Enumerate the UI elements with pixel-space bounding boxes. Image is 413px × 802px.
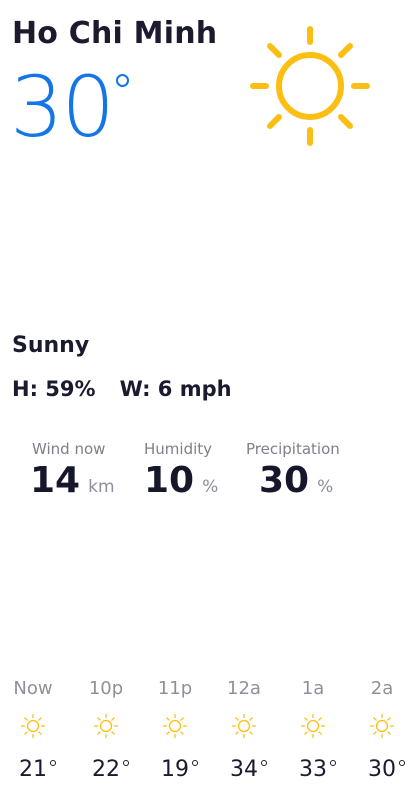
- stat-unit: km: [88, 477, 115, 497]
- degree-symbol: [261, 760, 267, 766]
- hour-temp-row: 34: [214, 757, 274, 782]
- hour-time: Now: [13, 678, 53, 699]
- hour-time: 12a: [227, 678, 261, 699]
- temperature-value: 30: [10, 58, 115, 156]
- hour-temp: 21: [19, 757, 47, 782]
- hour-temp: 22: [92, 757, 120, 782]
- degree-symbol: [399, 760, 405, 766]
- degree-symbol: [50, 760, 56, 766]
- hourly-item[interactable]: 12a 34: [214, 678, 274, 782]
- hour-temp: 19: [161, 757, 189, 782]
- stat-label: Wind now: [32, 440, 106, 458]
- hour-temp: 34: [230, 757, 258, 782]
- current-temperature: 30: [10, 62, 129, 152]
- sun-icon: [20, 713, 46, 739]
- hour-temp-row: 19: [145, 757, 205, 782]
- hourly-item[interactable]: 11p 19: [145, 678, 205, 782]
- hour-temp-row: 33: [283, 757, 343, 782]
- sun-icon: [250, 26, 370, 146]
- stat-value-row: 14 km: [30, 460, 115, 501]
- degree-symbol: [192, 760, 198, 766]
- hour-temp-row: 21: [3, 757, 63, 782]
- hourly-item[interactable]: 2a 30: [352, 678, 412, 782]
- stat-value: 10: [144, 460, 195, 501]
- stat-wind: Wind now 14 km: [30, 440, 115, 501]
- hour-time: 2a: [370, 678, 394, 699]
- hourly-forecast: Now 21 10p 22 11p 19 12a 34 1a 33 2a 30: [0, 678, 413, 798]
- hour-time: 10p: [88, 678, 124, 699]
- stat-unit: %: [202, 477, 219, 497]
- hour-temp-row: 30: [352, 757, 412, 782]
- hourly-item[interactable]: Now 21: [3, 678, 63, 782]
- sun-icon: [369, 713, 395, 739]
- sun-icon: [231, 713, 257, 739]
- hour-time: 1a: [301, 678, 325, 699]
- stat-value: 30: [259, 460, 310, 501]
- sun-icon: [162, 713, 188, 739]
- stat-value: 14: [30, 460, 81, 501]
- sun-icon: [93, 713, 119, 739]
- humidity-summary: H: 59%: [12, 377, 96, 401]
- degree-symbol: [115, 74, 129, 87]
- hourly-item[interactable]: 10p 22: [76, 678, 136, 782]
- weather-condition: Sunny: [12, 333, 90, 358]
- hour-time: 11p: [157, 678, 193, 699]
- stat-value-row: 10%: [144, 460, 218, 501]
- wind-summary: W: 6 mph: [119, 377, 232, 401]
- humidity-wind-summary: H: 59% W: 6 mph: [12, 377, 232, 401]
- hour-temp-row: 22: [76, 757, 136, 782]
- stat-precipitation: Precipitation 30%: [246, 440, 340, 501]
- stat-label: Precipitation: [246, 440, 340, 458]
- sun-icon: [300, 713, 326, 739]
- degree-symbol: [123, 760, 129, 766]
- city-name: Ho Chi Minh: [12, 16, 218, 51]
- stat-humidity: Humidity 10%: [144, 440, 218, 501]
- weather-stats: Wind now 14 km Humidity 10% Precipitation…: [0, 440, 413, 520]
- stat-unit: %: [317, 477, 334, 497]
- hourly-item[interactable]: 1a 33: [283, 678, 343, 782]
- degree-symbol: [330, 760, 336, 766]
- hour-temp: 30: [368, 757, 396, 782]
- hour-temp: 33: [299, 757, 327, 782]
- stat-label: Humidity: [144, 440, 213, 458]
- stat-value-row: 30%: [259, 460, 340, 501]
